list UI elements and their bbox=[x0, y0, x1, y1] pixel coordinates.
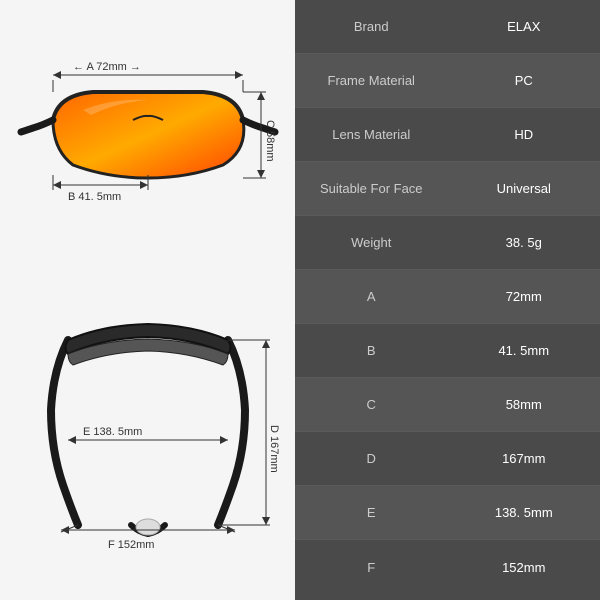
spec-label: A bbox=[295, 289, 448, 304]
spec-row-f: F152mm bbox=[295, 540, 600, 594]
svg-text:← A 72mm →: ← A 72mm → bbox=[73, 61, 141, 73]
spec-value: 58mm bbox=[448, 397, 600, 412]
spec-label: F bbox=[295, 560, 448, 575]
spec-label: Suitable For Face bbox=[295, 181, 448, 196]
spec-row-e: E138. 5mm bbox=[295, 486, 600, 540]
top-diagram: ← A 72mm → B 41. 5mm C 58mm bbox=[0, 10, 295, 300]
spec-label: C bbox=[295, 397, 448, 412]
spec-label: Brand bbox=[295, 19, 448, 34]
svg-text:D 167mm: D 167mm bbox=[268, 425, 280, 473]
bottom-diagram: D 167mm E 138. 5mm F 152mm bbox=[0, 300, 295, 590]
spec-row-suitable-for-face: Suitable For FaceUniversal bbox=[295, 162, 600, 216]
spec-row-lens-material: Lens MaterialHD bbox=[295, 108, 600, 162]
spec-value: PC bbox=[448, 73, 600, 88]
spec-value: 38. 5g bbox=[448, 235, 600, 250]
spec-row-a: A72mm bbox=[295, 270, 600, 324]
svg-text:E 138. 5mm: E 138. 5mm bbox=[83, 426, 142, 438]
spec-value: 138. 5mm bbox=[448, 505, 600, 520]
spec-row-frame-material: Frame MaterialPC bbox=[295, 54, 600, 108]
spec-row-d: D167mm bbox=[295, 432, 600, 486]
spec-row-weight: Weight38. 5g bbox=[295, 216, 600, 270]
right-panel: BrandELAXFrame MaterialPCLens MaterialHD… bbox=[295, 0, 600, 600]
left-panel: ← A 72mm → B 41. 5mm C 58mm bbox=[0, 0, 295, 600]
spec-label: Lens Material bbox=[295, 127, 448, 142]
spec-value: 152mm bbox=[448, 560, 600, 575]
svg-text:C 58mm: C 58mm bbox=[264, 120, 276, 162]
spec-value: HD bbox=[448, 127, 600, 142]
spec-label: B bbox=[295, 343, 448, 358]
spec-row-b: B41. 5mm bbox=[295, 324, 600, 378]
spec-row-brand: BrandELAX bbox=[295, 0, 600, 54]
spec-value: ELAX bbox=[448, 19, 600, 34]
spec-label: E bbox=[295, 505, 448, 520]
spec-value: 41. 5mm bbox=[448, 343, 600, 358]
svg-text:F 152mm: F 152mm bbox=[108, 539, 154, 551]
spec-row-c: C58mm bbox=[295, 378, 600, 432]
spec-label: Frame Material bbox=[295, 73, 448, 88]
spec-label: Weight bbox=[295, 235, 448, 250]
spec-label: D bbox=[295, 451, 448, 466]
spec-value: 167mm bbox=[448, 451, 600, 466]
spec-value: 72mm bbox=[448, 289, 600, 304]
svg-text:B 41. 5mm: B 41. 5mm bbox=[68, 191, 121, 203]
spec-value: Universal bbox=[448, 181, 600, 196]
